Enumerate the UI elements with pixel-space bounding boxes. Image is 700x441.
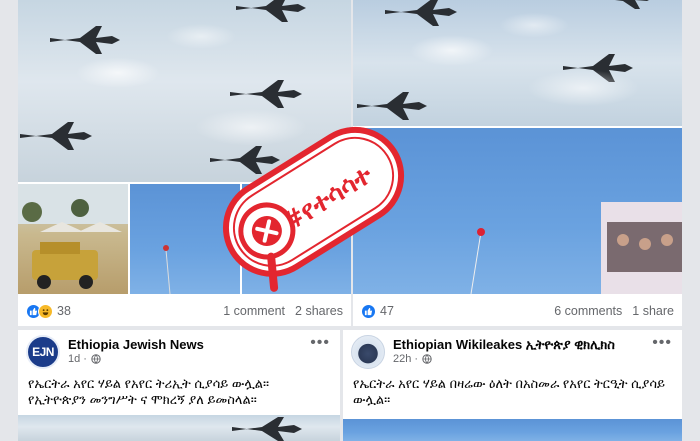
comments-link[interactable]: 6 comments: [554, 304, 622, 318]
post-image-preview[interactable]: [343, 419, 682, 441]
page-name[interactable]: Ethiopia Jewish News: [68, 337, 204, 352]
post-left: 38 1 comment 2 shares: [18, 0, 351, 326]
post-right-main-image[interactable]: [353, 0, 682, 126]
post-left-main-image[interactable]: [18, 0, 351, 182]
post-right-footer: 47 6 comments 1 share: [353, 296, 682, 326]
more-options-icon[interactable]: •••: [652, 334, 672, 352]
comments-link[interactable]: 1 comment: [223, 304, 285, 318]
shares-link[interactable]: 2 shares: [295, 304, 343, 318]
globe-icon: [91, 354, 101, 364]
post-left-footer: 38 1 comment 2 shares: [18, 296, 351, 326]
page-name[interactable]: Ethiopian Wikileakes ኢትዮጵያ ዊክሊክስ: [393, 337, 615, 353]
post-right: 47 6 comments 1 share: [353, 0, 682, 326]
page-avatar[interactable]: [351, 335, 385, 369]
haha-icon: [38, 303, 53, 319]
globe-icon: [422, 354, 432, 364]
more-options-icon[interactable]: •••: [310, 334, 330, 352]
post-left-image-2[interactable]: [18, 184, 128, 294]
reaction-count[interactable]: 47: [380, 304, 394, 318]
post-time-text: 1d ·: [68, 353, 87, 365]
shares-link[interactable]: 1 share: [632, 304, 674, 318]
post-right-image-2[interactable]: [353, 128, 682, 294]
post-text: የኤርትራ አየር ሃይል በዛሬው ዕለት በአስመራ የአየር ትርዒት ሲ…: [353, 376, 666, 407]
post-timestamp[interactable]: 22h ·: [393, 353, 432, 365]
like-icon: [361, 303, 376, 319]
post-left-image-4[interactable]: [242, 184, 351, 294]
reaction-count[interactable]: 38: [57, 304, 71, 318]
post-text: የኤርትራ አየር ሃይል የአየር ትሪኢት ሲያሳይ ውሏል። የኢትዮጵያ…: [28, 376, 270, 407]
post-image-preview[interactable]: [18, 415, 340, 441]
post-left-image-3[interactable]: [130, 184, 240, 294]
post-time-text: 22h ·: [393, 353, 419, 365]
post-card-ethiopia-jewish-news: EJN Ethiopia Jewish News 1d · ••• የኤርትራ …: [18, 330, 340, 441]
post-card-ethiopian-wikileakes: Ethiopian Wikileakes ኢትዮጵያ ዊክሊክስ 22h · •…: [343, 330, 682, 441]
page-avatar[interactable]: EJN: [26, 335, 60, 369]
post-timestamp[interactable]: 1d ·: [68, 353, 101, 365]
